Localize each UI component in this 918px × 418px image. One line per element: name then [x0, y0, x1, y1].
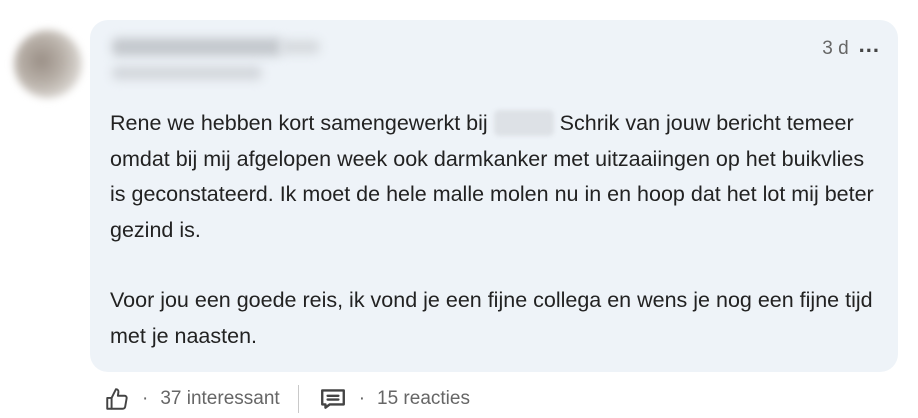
comment-icon[interactable]	[319, 386, 347, 412]
comment-meta: 3 d ...	[822, 34, 880, 60]
comment-paragraph-1: Rene we hebben kort samengewerkt bij Schr…	[110, 106, 880, 248]
author-name-redacted[interactable]	[112, 38, 282, 56]
comment-bubble: 3 d ... Rene we hebben kort samengewerkt…	[90, 20, 898, 372]
avatar[interactable]	[14, 30, 82, 98]
comment-paragraph-2: Voor jou een goede reis, ik vond je een …	[110, 288, 873, 348]
reactions-count[interactable]: 37 interessant	[160, 388, 279, 410]
author-degree-redacted	[280, 40, 320, 54]
replies-count[interactable]: 15 reacties	[377, 388, 470, 410]
actions-divider	[297, 385, 299, 413]
comment-text: Rene we hebben kort samengewerkt bij Schr…	[110, 106, 880, 354]
author-headline-redacted	[112, 66, 262, 80]
comment-paragraph-1-start: Rene we hebben kort samengewerkt bij	[110, 111, 488, 135]
reactions-separator: ·	[142, 388, 149, 409]
comment-timestamp: 3 d	[822, 38, 849, 59]
thumbs-up-icon[interactable]	[104, 386, 130, 412]
more-options-icon[interactable]: ...	[859, 34, 880, 56]
comment-actions: · 37 interessant · 15 reacties	[104, 382, 470, 416]
replies-separator: ·	[358, 388, 366, 409]
company-name-redacted	[493, 110, 554, 136]
comment-card: 3 d ... Rene we hebben kort samengewerkt…	[0, 0, 918, 418]
